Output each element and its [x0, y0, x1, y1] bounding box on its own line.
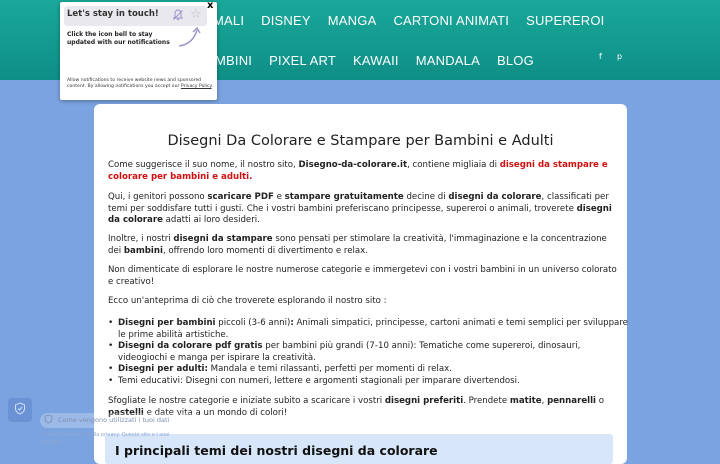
list-item: Disegni per bambini piccoli (3-6 anni): …	[108, 318, 628, 341]
creativity-paragraph: Inoltre, i nostri disegni da stampare so…	[108, 234, 607, 256]
nav-item-blog[interactable]: BLOG	[497, 53, 534, 68]
privacy-policy-link[interactable]: Privacy Policy	[181, 84, 212, 89]
popup-footer: Allow notifications to receive website n…	[67, 78, 213, 89]
main-nav-row-2: MBINI PIXEL ART KAWAII MANDALA BLOG	[215, 48, 551, 72]
section-title: I principali temi dei nostri disegni da …	[115, 443, 438, 458]
curved-arrow-icon	[178, 26, 201, 47]
page-title: Disegni Da Colorare e Stampare per Bambi…	[167, 133, 554, 149]
pinterest-link[interactable]: p	[617, 52, 622, 61]
privacy-shield-button[interactable]	[8, 398, 32, 422]
list-item: Disegni da colorare pdf gratis per bambi…	[108, 341, 628, 364]
list-item: Temi educativi: Disegni con numeri, lett…	[108, 376, 628, 388]
nav-item-animali[interactable]: MALI	[213, 13, 244, 28]
popup-message: Click the icon bell to stay updated with…	[67, 31, 170, 46]
popup-header-bar: Let's stay in touch! ☆	[64, 6, 207, 26]
nav-item-disney[interactable]: DISNEY	[261, 13, 311, 28]
star-icon[interactable]: ☆	[190, 7, 202, 22]
shield-icon	[44, 414, 53, 427]
popup-title: Let's stay in touch!	[67, 9, 159, 19]
bell-icon[interactable]	[172, 9, 184, 24]
nav-item-kawaii[interactable]: KAWAII	[353, 53, 399, 68]
nav-item-mandala[interactable]: MANDALA	[416, 53, 480, 68]
main-nav-row-1: MALI DISNEY MANGA CARTONI ANIMATI SUPERE…	[213, 8, 622, 32]
shield-icon	[14, 402, 26, 418]
facebook-link[interactable]: f	[599, 52, 602, 61]
privacy-preferences-text: Le tue preferenze sulla privacy. Questo …	[42, 432, 170, 445]
intro-paragraph: Come suggerisce il suo nome, il nostro s…	[108, 160, 608, 182]
nav-item-cartoni-animati[interactable]: CARTONI ANIMATI	[393, 13, 509, 28]
close-icon[interactable]: x	[207, 0, 213, 11]
list-item: Disegni per adulti: Mandala e temi rilas…	[108, 364, 628, 376]
parents-paragraph: Qui, i genitori possono scaricare PDF e …	[108, 192, 612, 225]
explore-paragraph: Non dimenticate di esplorare le nostre n…	[108, 265, 617, 287]
nav-item-pixel-art[interactable]: PIXEL ART	[269, 53, 336, 68]
nav-item-supereroi[interactable]: SUPEREROI	[526, 13, 604, 28]
nav-item-manga[interactable]: MANGA	[328, 13, 377, 28]
nav-item-bambini[interactable]: MBINI	[215, 53, 252, 68]
notification-popup: Let's stay in touch! ☆ x Click the icon …	[60, 0, 217, 100]
data-usage-text: Come vengono utilizzati i tuoi dati	[58, 416, 170, 424]
facebook-icon: f	[599, 52, 602, 61]
pinterest-icon: p	[617, 52, 623, 61]
content-card: Disegni Da Colorare e Stampare per Bambi…	[94, 104, 628, 464]
data-usage-pill[interactable]: Come vengono utilizzati i tuoi dati	[40, 413, 202, 428]
category-list: Disegni per bambini piccoli (3-6 anni): …	[108, 318, 628, 388]
preview-paragraph: Ecco un'anteprima di ciò che troverete e…	[108, 296, 387, 306]
